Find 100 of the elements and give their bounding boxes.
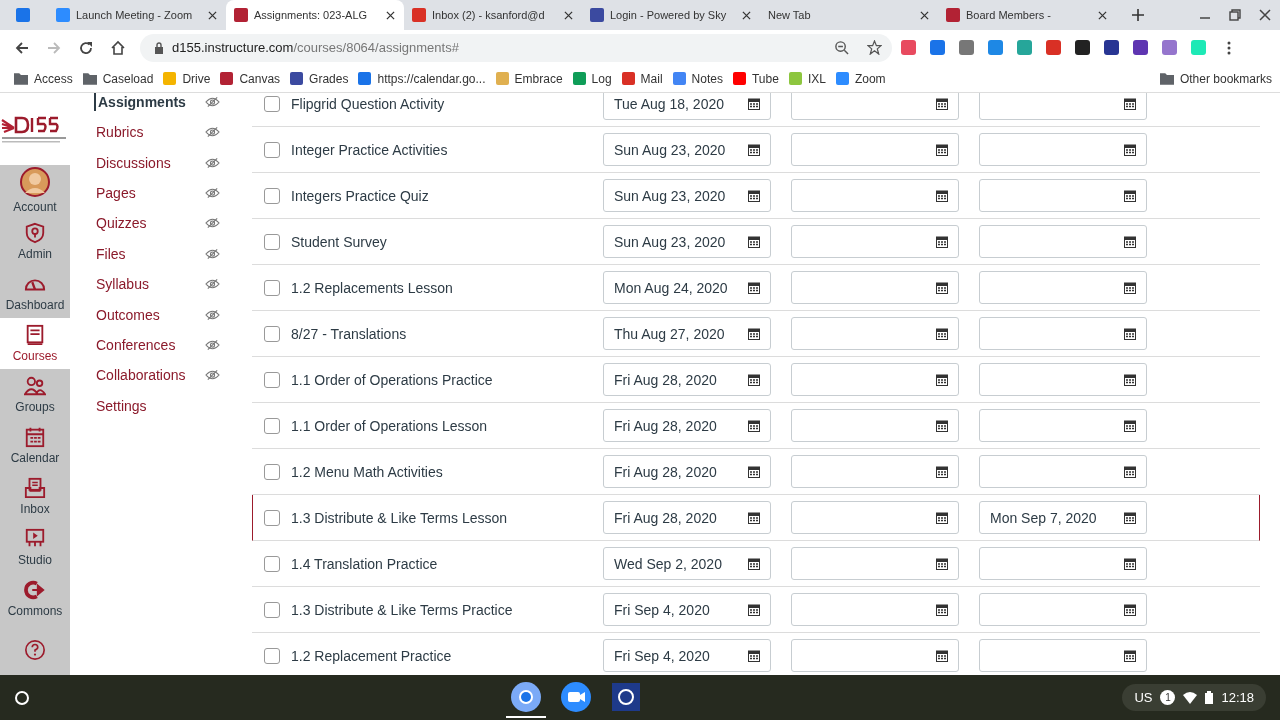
date-field[interactable]: [791, 593, 959, 626]
nav-item[interactable]: Dashboard: [0, 267, 70, 318]
calendar-icon[interactable]: [936, 327, 948, 340]
course-nav-link[interactable]: Outcomes: [94, 299, 252, 330]
date-field[interactable]: [979, 179, 1147, 212]
extension-icon[interactable]: [1104, 40, 1119, 55]
calendar-icon[interactable]: [936, 511, 948, 524]
date-field[interactable]: [979, 133, 1147, 166]
date-field[interactable]: Thu Aug 27, 2020: [603, 317, 771, 350]
launcher-icon[interactable]: [14, 689, 30, 706]
calendar-icon[interactable]: [748, 97, 760, 110]
date-field[interactable]: [791, 501, 959, 534]
browser-tab[interactable]: Launch Meeting - Zoom: [48, 0, 226, 30]
browser-tab[interactable]: Board Members -: [938, 0, 1116, 30]
calendar-icon[interactable]: [748, 557, 760, 570]
bookmark[interactable]: https://calendar.go...: [358, 71, 486, 86]
checkbox[interactable]: [264, 601, 280, 618]
date-field[interactable]: [791, 317, 959, 350]
calendar-icon[interactable]: [1124, 281, 1136, 294]
date-field[interactable]: [791, 455, 959, 488]
date-field[interactable]: Mon Sep 7, 2020: [979, 501, 1147, 534]
date-field[interactable]: Wed Sep 2, 2020: [603, 547, 771, 580]
checkbox[interactable]: [264, 233, 280, 250]
calendar-icon[interactable]: [936, 557, 948, 570]
date-field[interactable]: Fri Aug 28, 2020: [603, 501, 771, 534]
date-field[interactable]: [979, 363, 1147, 396]
date-field[interactable]: [979, 455, 1147, 488]
calendar-icon[interactable]: [1124, 603, 1136, 616]
calendar-icon[interactable]: [748, 511, 760, 524]
browser-tab[interactable]: Assignments: 023-ALG: [226, 0, 404, 30]
close-icon[interactable]: [564, 10, 573, 20]
checkbox[interactable]: [264, 279, 280, 296]
checkbox[interactable]: [264, 141, 280, 158]
checkbox[interactable]: [264, 95, 280, 112]
checkbox[interactable]: [264, 555, 280, 572]
close-icon[interactable]: [386, 10, 395, 20]
close-icon[interactable]: [742, 10, 751, 20]
checkbox[interactable]: [264, 417, 280, 434]
new-tab-icon[interactable]: [1132, 9, 1144, 21]
calendar-icon[interactable]: [936, 419, 948, 432]
checkbox[interactable]: [264, 371, 280, 388]
date-field[interactable]: [979, 593, 1147, 626]
calendar-icon[interactable]: [1124, 143, 1136, 156]
calendar-icon[interactable]: [748, 373, 760, 386]
nav-item[interactable]: Account: [0, 165, 70, 216]
calendar-icon[interactable]: [748, 603, 760, 616]
course-nav-link[interactable]: Assignments: [94, 93, 252, 111]
course-nav-link[interactable]: Files: [94, 238, 252, 269]
calendar-icon[interactable]: [748, 189, 760, 202]
bookmark[interactable]: Notes: [672, 71, 723, 86]
calendar-icon[interactable]: [1124, 649, 1136, 662]
date-field[interactable]: Tue Aug 18, 2020: [603, 93, 771, 120]
calendar-icon[interactable]: [1124, 557, 1136, 570]
date-field[interactable]: [791, 225, 959, 258]
course-nav-link[interactable]: Syllabus: [94, 268, 252, 300]
address-bar[interactable]: d155.instructure.com/courses/8064/assignments#: [140, 33, 892, 62]
calendar-icon[interactable]: [748, 281, 760, 294]
date-field[interactable]: [791, 409, 959, 442]
date-field[interactable]: [791, 363, 959, 396]
calendar-icon[interactable]: [1124, 189, 1136, 202]
extension-icon[interactable]: [1075, 40, 1090, 55]
calendar-icon[interactable]: [936, 235, 948, 248]
date-field[interactable]: Sun Aug 23, 2020: [603, 179, 771, 212]
calendar-icon[interactable]: [936, 373, 948, 386]
calendar-icon[interactable]: [936, 603, 948, 616]
date-field[interactable]: [791, 271, 959, 304]
date-field[interactable]: [979, 409, 1147, 442]
bookmark[interactable]: Tube: [732, 71, 779, 86]
calendar-icon[interactable]: [748, 465, 760, 478]
date-field[interactable]: Mon Aug 24, 2020: [603, 271, 771, 304]
calendar-icon[interactable]: [1124, 419, 1136, 432]
calendar-icon[interactable]: [748, 649, 760, 662]
calendar-icon[interactable]: [1124, 235, 1136, 248]
date-field[interactable]: Sun Aug 23, 2020: [603, 133, 771, 166]
checkbox[interactable]: [264, 187, 280, 204]
close-icon[interactable]: [1259, 9, 1271, 21]
date-field[interactable]: [979, 271, 1147, 304]
calendar-icon[interactable]: [748, 143, 760, 156]
date-field[interactable]: Fri Sep 4, 2020: [603, 593, 771, 626]
date-field[interactable]: Sun Aug 23, 2020: [603, 225, 771, 258]
browser-tab[interactable]: Login - Powered by Sky: [582, 0, 760, 30]
restore-icon[interactable]: [1229, 9, 1241, 21]
calendar-icon[interactable]: [1124, 97, 1136, 110]
course-nav-link[interactable]: Settings: [94, 390, 252, 421]
zoom-out-icon[interactable]: [834, 40, 849, 55]
date-field[interactable]: [979, 225, 1147, 258]
date-field[interactable]: [791, 93, 959, 120]
checkbox[interactable]: [264, 463, 280, 480]
bookmark[interactable]: Other bookmarks: [1159, 71, 1272, 86]
checkbox[interactable]: [264, 325, 280, 342]
course-nav-link[interactable]: Conferences: [94, 329, 252, 361]
calendar-icon[interactable]: [936, 281, 948, 294]
status-tray[interactable]: US 1 12:18: [1122, 684, 1266, 711]
calendar-icon[interactable]: [1124, 465, 1136, 478]
close-icon[interactable]: [208, 10, 217, 20]
nav-item[interactable]: Groups: [0, 369, 70, 420]
browser-tab[interactable]: Inbox (2) - ksanford@d: [404, 0, 582, 30]
bookmark[interactable]: Drive: [163, 71, 211, 86]
browser-tab[interactable]: New Tab: [760, 0, 938, 30]
date-field[interactable]: [791, 179, 959, 212]
